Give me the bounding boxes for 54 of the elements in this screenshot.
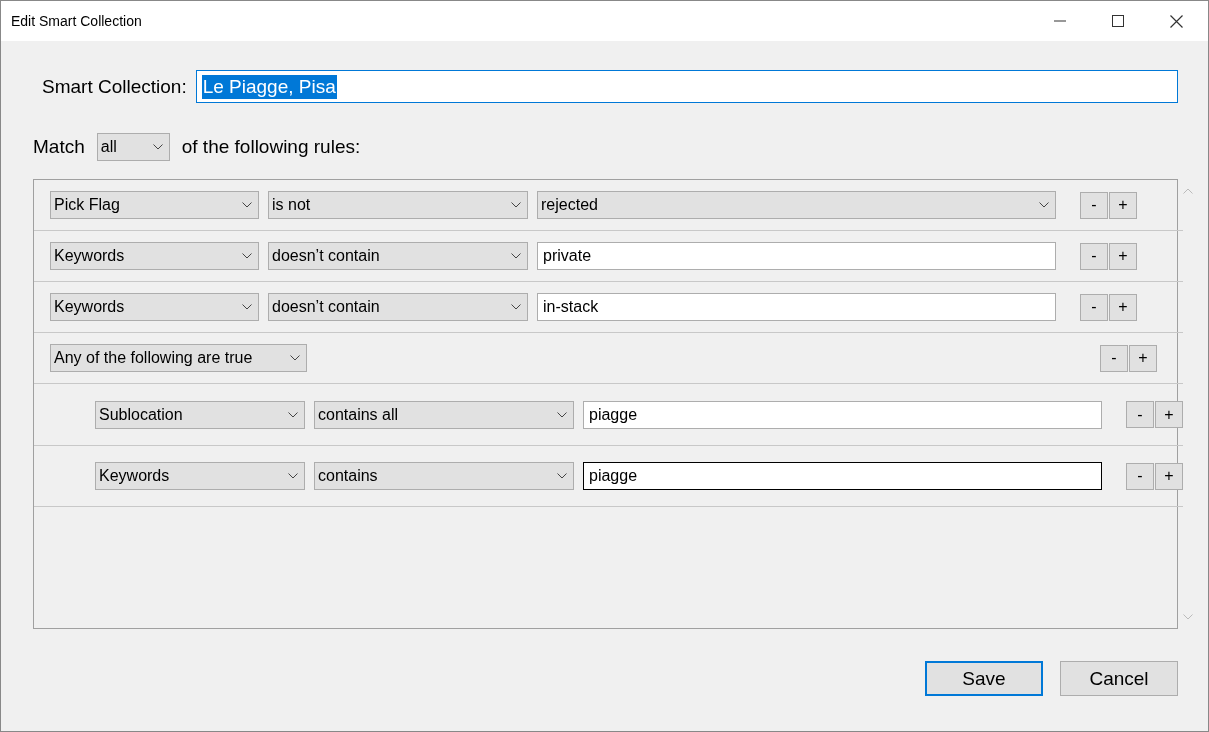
add-rule-button[interactable]: +: [1109, 242, 1137, 270]
maximize-icon[interactable]: [1112, 15, 1124, 27]
collection-name-field[interactable]: Le Piagge, Pisa: [195, 70, 1178, 103]
remove-rule-button[interactable]: -: [1126, 401, 1154, 428]
add-rule-button[interactable]: +: [1155, 462, 1183, 490]
chevron-icon: [511, 253, 521, 259]
value-field[interactable]: private: [537, 242, 1056, 270]
chevron-icon: [290, 355, 300, 361]
chevron-icon: [511, 202, 521, 208]
chevron-icon: [288, 473, 298, 479]
remove-rule-button[interactable]: -: [1080, 242, 1108, 270]
minimize-icon[interactable]: [1054, 20, 1066, 22]
chevron-icon: [242, 253, 252, 259]
value-field[interactable]: piagge: [583, 462, 1102, 490]
field-dropdown[interactable]: Keywords: [50, 242, 259, 270]
add-rule-button[interactable]: +: [1109, 191, 1137, 219]
remove-rule-button[interactable]: -: [1080, 191, 1108, 219]
match-suffix: of the following rules:: [181, 136, 361, 158]
operator-dropdown[interactable]: doesn’t contain: [268, 242, 528, 270]
chevron-icon: [1039, 202, 1049, 208]
chevron-icon: [242, 304, 252, 310]
match-dropdown[interactable]: all: [96, 133, 170, 161]
remove-rule-button[interactable]: -: [1080, 293, 1108, 321]
save-button[interactable]: Save: [925, 661, 1043, 696]
add-rule-button[interactable]: +: [1129, 344, 1157, 372]
value-field[interactable]: in-stack: [537, 293, 1056, 321]
operator-dropdown[interactable]: contains: [314, 462, 574, 490]
scroll-up-icon[interactable]: [1183, 188, 1193, 194]
group-dropdown[interactable]: Any of the following are true: [50, 344, 307, 372]
scroll-down-icon[interactable]: [1183, 614, 1193, 620]
close-icon[interactable]: [1170, 14, 1183, 28]
field-dropdown[interactable]: Sublocation: [95, 400, 305, 429]
chevron-icon: [557, 411, 567, 418]
operator-dropdown[interactable]: is not: [268, 191, 528, 219]
chevron-icon: [242, 202, 252, 208]
operator-dropdown[interactable]: contains all: [314, 400, 574, 429]
window-title: Edit Smart Collection: [11, 13, 142, 29]
cancel-button[interactable]: Cancel: [1060, 661, 1178, 696]
add-rule-button[interactable]: +: [1109, 293, 1137, 321]
field-dropdown[interactable]: Keywords: [50, 293, 259, 321]
value-field[interactable]: piagge: [583, 400, 1102, 429]
match-label: Match: [33, 136, 85, 158]
chevron-icon: [557, 473, 567, 479]
field-dropdown[interactable]: Pick Flag: [50, 191, 259, 219]
add-rule-button[interactable]: +: [1155, 401, 1183, 428]
chevron-icon: [511, 304, 521, 310]
chevron-icon: [152, 144, 163, 150]
field-dropdown[interactable]: Keywords: [95, 462, 305, 490]
value-dropdown[interactable]: rejected: [537, 191, 1056, 219]
field-label: Smart Collection:: [42, 75, 187, 98]
chevron-icon: [288, 411, 298, 418]
operator-dropdown[interactable]: doesn’t contain: [268, 293, 528, 321]
remove-rule-button[interactable]: -: [1100, 344, 1128, 372]
remove-rule-button[interactable]: -: [1126, 462, 1154, 490]
